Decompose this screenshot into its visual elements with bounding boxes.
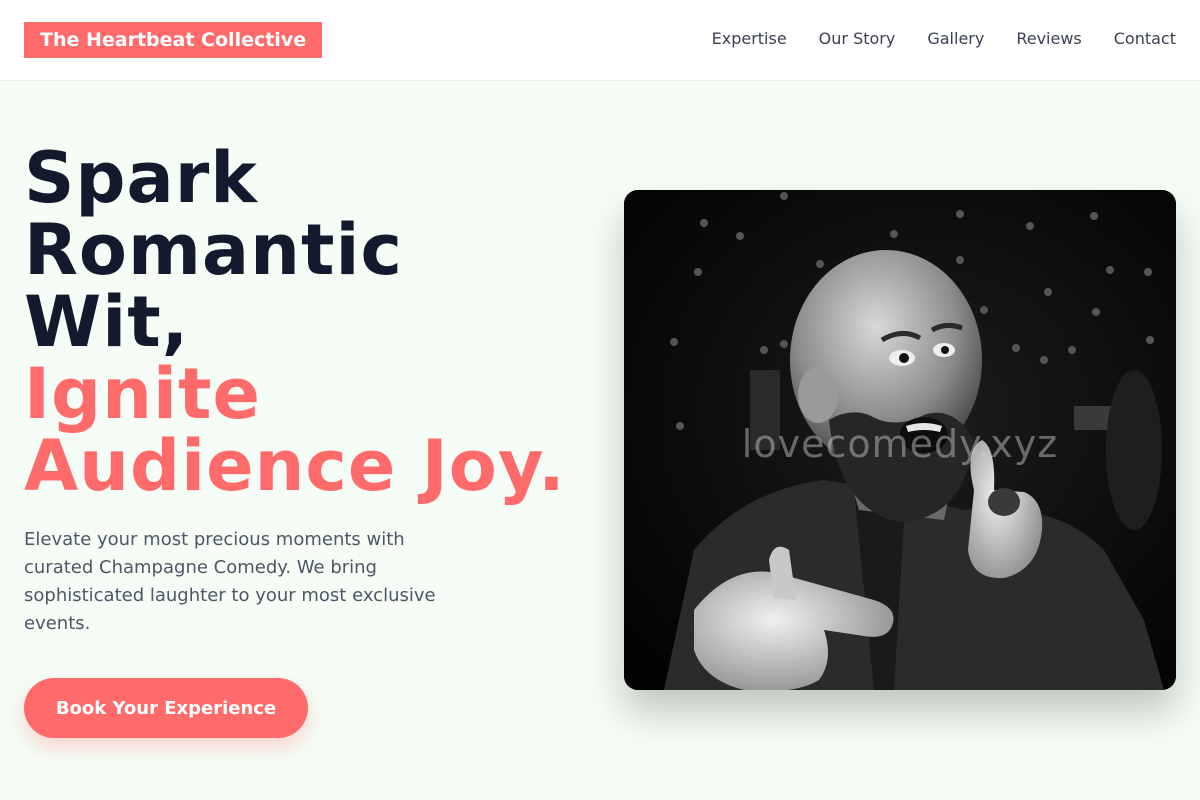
headline-accent-line: Audience Joy. xyxy=(24,425,566,507)
nav-link-contact[interactable]: Contact xyxy=(1114,28,1176,50)
site-logo[interactable]: The Heartbeat Collective xyxy=(24,22,323,58)
site-header: The Heartbeat Collective Expertise Our S… xyxy=(0,0,1200,81)
hero-headline: Spark Romantic Wit, Ignite Audience Joy. xyxy=(24,142,604,502)
nav-link-reviews[interactable]: Reviews xyxy=(1016,28,1081,50)
headline-accent-line: Ignite xyxy=(24,353,261,435)
hero-subtitle: Elevate your most precious moments with … xyxy=(24,529,436,634)
hero-photo: lovecomedy.xyz xyxy=(624,190,1176,690)
image-watermark: lovecomedy.xyz xyxy=(741,422,1059,466)
nav-link-expertise[interactable]: Expertise xyxy=(712,28,787,50)
nav-link-our-story[interactable]: Our Story xyxy=(819,28,896,50)
book-experience-button[interactable]: Book Your Experience xyxy=(24,678,308,738)
headline-line: Spark xyxy=(24,137,258,219)
headline-line: Wit, xyxy=(24,281,190,363)
headline-line: Romantic xyxy=(24,209,403,291)
main-nav: Expertise Our Story Gallery Reviews Cont… xyxy=(712,28,1176,50)
nav-link-gallery[interactable]: Gallery xyxy=(927,28,984,50)
